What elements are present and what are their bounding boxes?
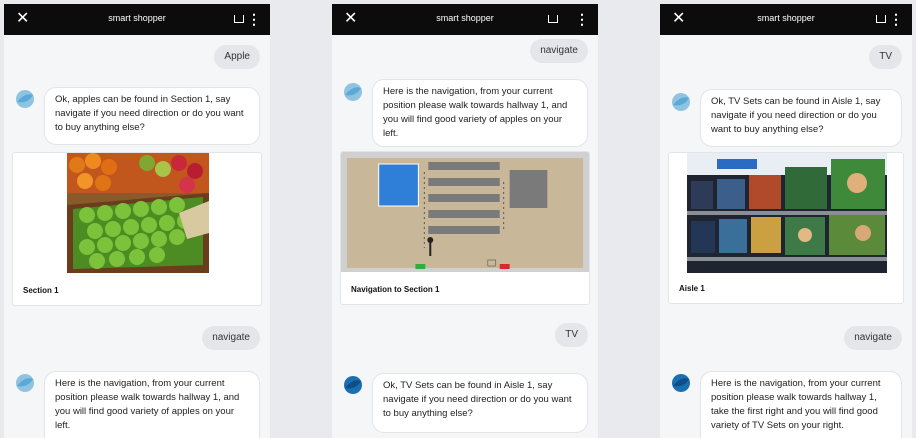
info-card[interactable]: Navigation to Section 1 <box>340 151 590 305</box>
user-message: navigate <box>202 326 260 350</box>
user-message: TV <box>869 45 902 69</box>
app-title: smart shopper <box>108 13 166 23</box>
app-header: ✕ smart shopper ⋮ <box>332 4 598 35</box>
apples-photo <box>67 153 209 273</box>
bot-message: Ok, TV Sets can be found in Aisle 1, say… <box>700 89 902 147</box>
card-caption: Navigation to Section 1 <box>351 285 440 294</box>
more-vertical-icon[interactable]: ⋮ <box>575 10 589 28</box>
bot-avatar <box>672 93 690 111</box>
phone-screen-1: ✕ smart shopper ⋮ Apple Ok, apples can b… <box>4 4 270 438</box>
user-message: Apple <box>214 45 260 69</box>
chat-area[interactable]: navigate Here is the navigation, from yo… <box>332 35 598 438</box>
phone-screen-2: ✕ smart shopper ⋮ navigate Here is the n… <box>332 4 598 438</box>
bot-message: Ok, TV Sets can be found in Aisle 1, say… <box>372 373 588 433</box>
card-caption: Section 1 <box>23 286 59 295</box>
store-map <box>341 152 589 272</box>
inbox-icon[interactable] <box>548 15 558 23</box>
user-message: navigate <box>844 326 902 350</box>
bot-message: Here is the navigation, from your curren… <box>44 371 260 438</box>
inbox-icon[interactable] <box>876 15 886 23</box>
bot-avatar <box>344 83 362 101</box>
more-vertical-icon[interactable]: ⋮ <box>889 10 903 28</box>
info-card[interactable]: Section 1 <box>12 152 262 306</box>
bot-avatar <box>16 374 34 392</box>
app-header: ✕ smart shopper ⋮ <box>660 4 912 35</box>
bot-avatar <box>672 374 690 392</box>
bot-message: Ok, apples can be found in Section 1, sa… <box>44 87 260 145</box>
info-card[interactable]: Aisle 1 <box>668 152 904 304</box>
tv-store-photo <box>687 153 887 273</box>
user-message: TV <box>555 323 588 347</box>
chat-area[interactable]: Apple Ok, apples can be found in Section… <box>4 35 270 438</box>
bot-message: Here is the navigation, from your curren… <box>372 79 588 147</box>
user-message: navigate <box>530 39 588 63</box>
chat-area[interactable]: TV Ok, TV Sets can be found in Aisle 1, … <box>660 35 912 438</box>
bot-avatar <box>344 376 362 394</box>
app-title: smart shopper <box>436 13 494 23</box>
phone-screen-3: ✕ smart shopper ⋮ TV Ok, TV Sets can be … <box>660 4 912 438</box>
app-title: smart shopper <box>757 13 815 23</box>
more-vertical-icon[interactable]: ⋮ <box>247 10 261 28</box>
app-header: ✕ smart shopper ⋮ <box>4 4 270 35</box>
card-caption: Aisle 1 <box>679 284 705 293</box>
bot-avatar <box>16 90 34 108</box>
inbox-icon[interactable] <box>234 15 244 23</box>
bot-message: Here is the navigation, from your curren… <box>700 371 902 438</box>
